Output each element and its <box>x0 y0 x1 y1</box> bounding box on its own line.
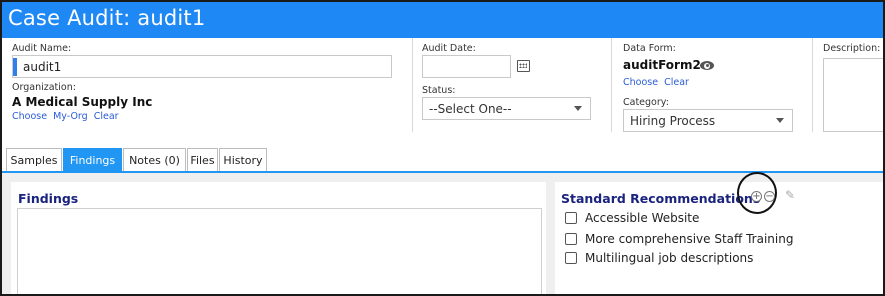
chevron-down-icon <box>776 118 784 123</box>
remove-recommendation-icon[interactable]: − <box>764 191 775 202</box>
tab-notes[interactable]: Notes (0) <box>123 148 186 172</box>
organization-label: Organization: <box>12 82 76 93</box>
tab-history[interactable]: History <box>219 148 267 172</box>
recommendation-checkbox[interactable] <box>565 252 577 264</box>
recommendation-label: Multilingual job descriptions <box>585 251 754 265</box>
eye-icon[interactable] <box>700 61 714 70</box>
audit-name-input[interactable]: audit1 <box>12 55 392 78</box>
organization-links: Choose My-Org Clear <box>12 111 122 122</box>
input-focus-bar <box>13 58 17 76</box>
org-choose-link[interactable]: Choose <box>12 111 47 122</box>
org-my-org-link[interactable]: My-Org <box>53 111 88 122</box>
data-form-label: Data Form: <box>623 43 676 54</box>
org-clear-link[interactable]: Clear <box>94 111 119 122</box>
recommendation-label: More comprehensive Staff Training <box>585 232 794 246</box>
tab-files[interactable]: Files <box>187 148 218 172</box>
chevron-down-icon <box>574 106 582 111</box>
organization-value: A Medical Supply Inc <box>12 95 153 109</box>
page-title: Case Audit: audit1 <box>8 6 206 30</box>
title-bar: Case Audit: audit1 <box>2 2 883 38</box>
description-label: Description: <box>823 43 881 54</box>
add-recommendation-icon[interactable]: + <box>751 191 762 202</box>
findings-title: Findings <box>18 191 79 206</box>
form-clear-link[interactable]: Clear <box>664 77 689 88</box>
category-selected-value: Hiring Process <box>630 114 716 128</box>
recommendation-checkbox[interactable] <box>565 212 577 224</box>
audit-name-label: Audit Name: <box>12 43 72 54</box>
column-divider <box>611 38 612 132</box>
category-label: Category: <box>623 97 669 108</box>
data-form-links: Choose Clear <box>623 77 692 88</box>
status-selected-value: --Select One-- <box>429 102 512 116</box>
findings-textarea[interactable] <box>17 208 542 294</box>
data-form-value: auditForm2 <box>623 58 701 72</box>
audit-date-input[interactable] <box>422 55 511 78</box>
form-choose-link[interactable]: Choose <box>623 77 658 88</box>
category-select[interactable]: Hiring Process <box>623 109 793 132</box>
tab-findings[interactable]: Findings <box>63 148 122 172</box>
column-divider <box>812 38 813 132</box>
status-label: Status: <box>422 85 456 96</box>
case-audit-window: Case Audit: audit1 Audit Name: audit1 Or… <box>0 0 885 296</box>
status-select[interactable]: --Select One-- <box>422 97 591 120</box>
audit-name-value: audit1 <box>23 60 62 74</box>
tab-samples[interactable]: Samples <box>6 148 62 172</box>
column-divider <box>412 38 413 132</box>
audit-date-label: Audit Date: <box>422 43 476 54</box>
calendar-icon[interactable] <box>517 60 530 72</box>
recommendations-title: Standard Recommendations <box>561 191 761 206</box>
recommendation-label: Accessible Website <box>585 211 700 225</box>
edit-pencil-icon[interactable]: ✎ <box>785 188 795 202</box>
description-textarea[interactable] <box>823 58 883 132</box>
recommendation-checkbox[interactable] <box>565 233 577 245</box>
